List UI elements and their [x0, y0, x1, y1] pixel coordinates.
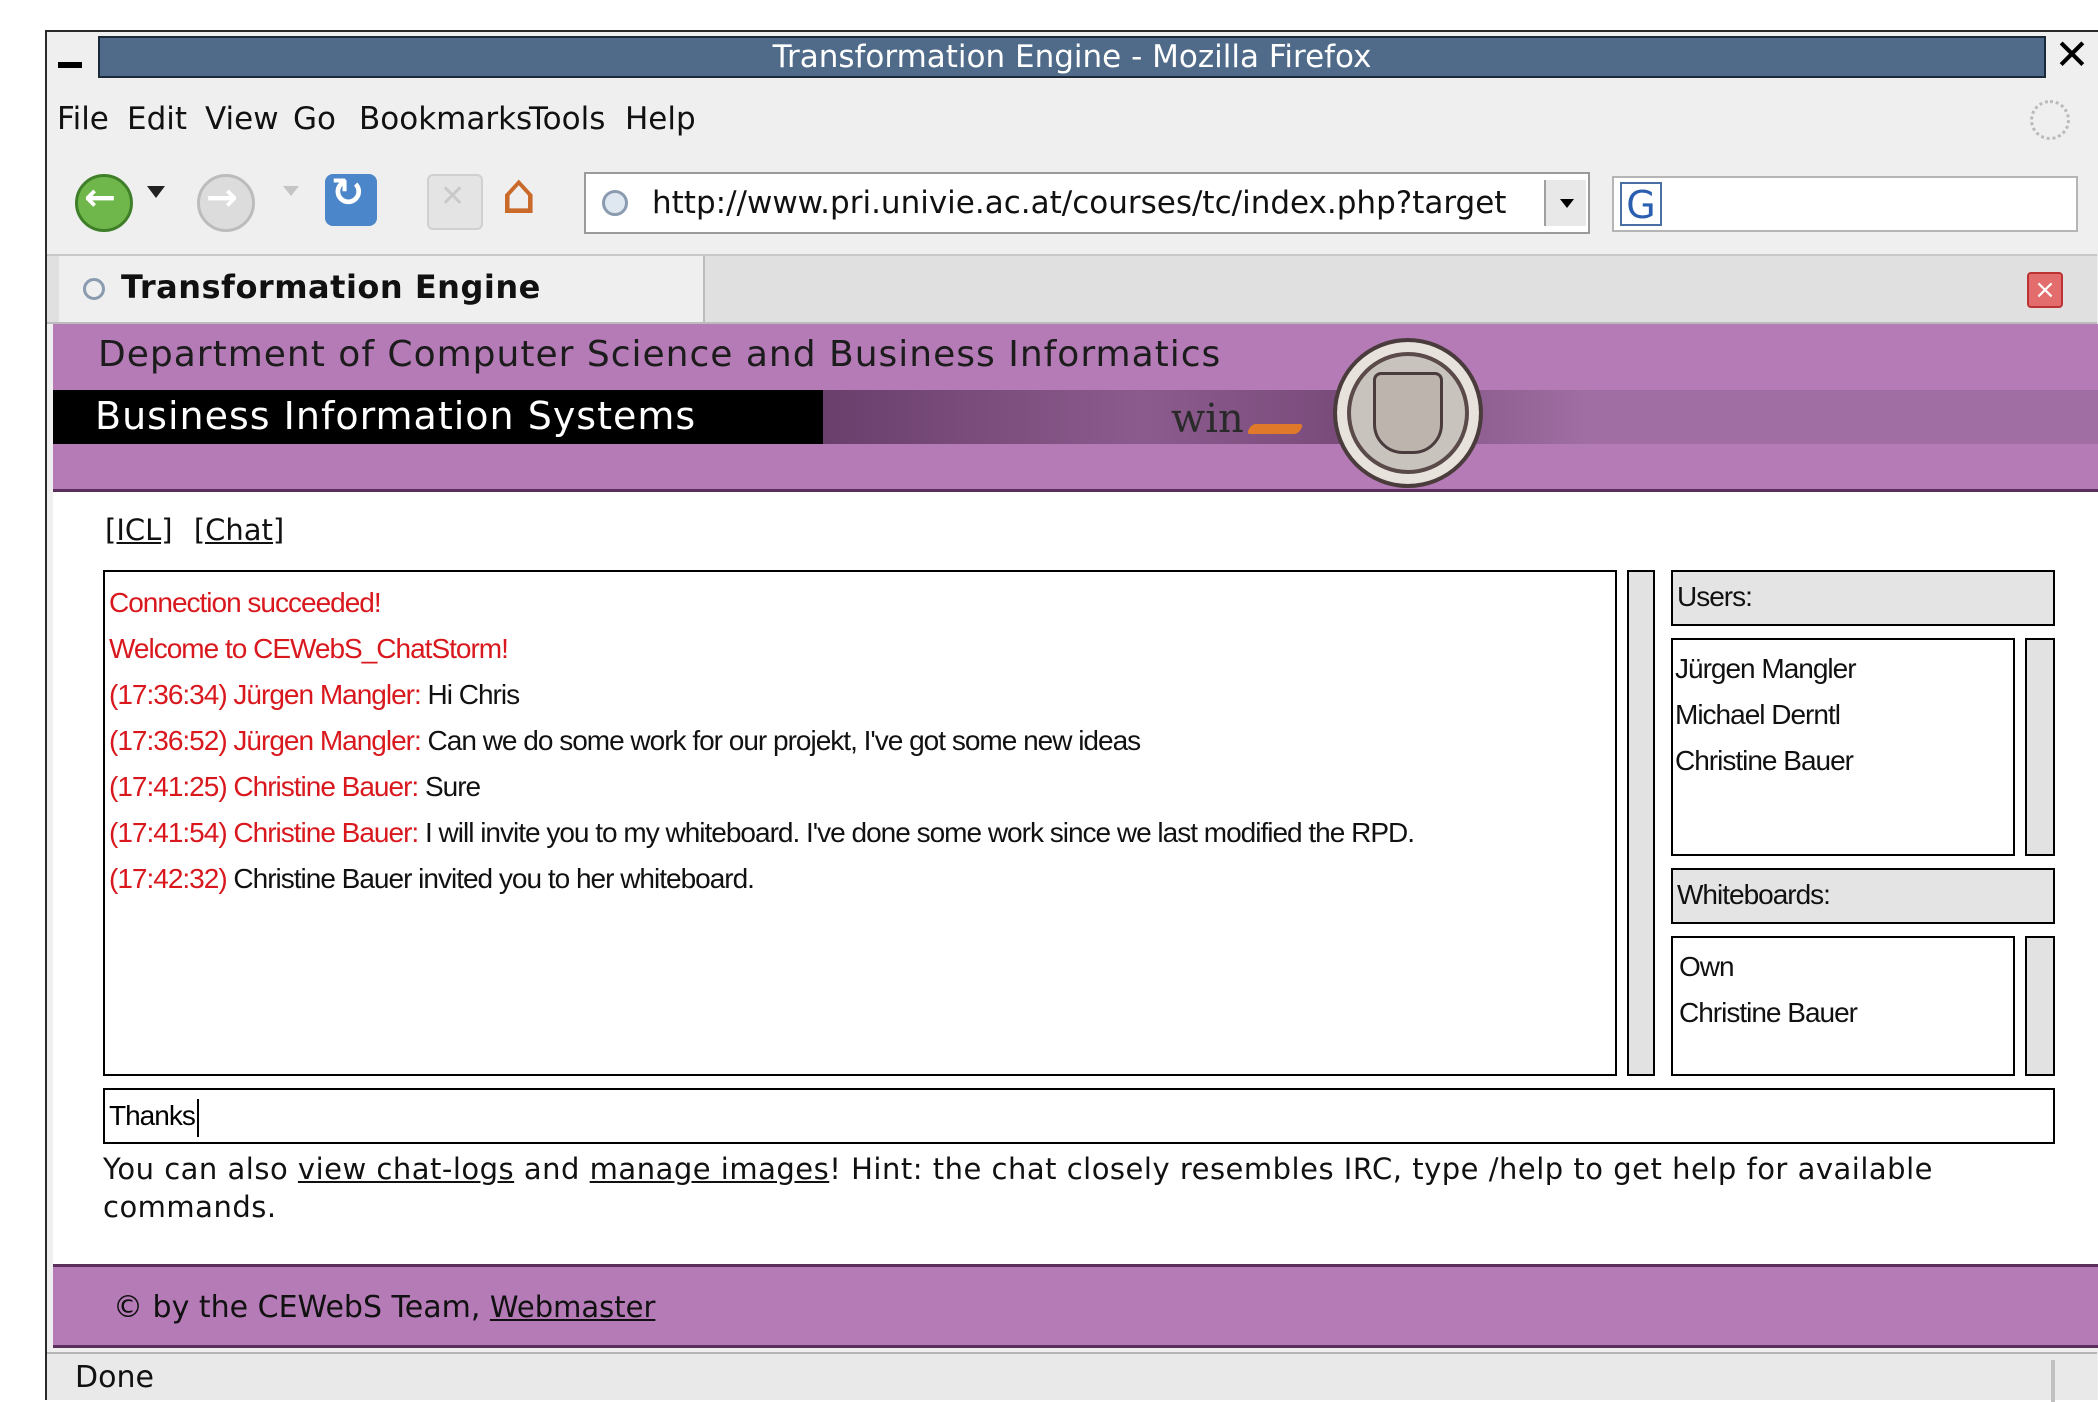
google-search-engine-icon[interactable]: G	[1620, 182, 1662, 226]
menubar: File Edit View Go Bookmarks Tools Help	[47, 90, 2097, 150]
chat-system-line: Connection succeeded!	[109, 587, 382, 618]
chat-text: Sure	[424, 771, 481, 802]
search-bar[interactable]: G	[1612, 176, 2078, 232]
tab-transformation-engine[interactable]: Transformation Engine	[59, 256, 705, 322]
chat-log-scrollbar[interactable]	[1627, 570, 1655, 1076]
chat-text: Can we do some work for our projekt, I'v…	[427, 725, 1142, 756]
chat-nick: Jürgen Mangler:	[233, 725, 421, 756]
chat-message: (17:41:54) Christine Bauer: I will invit…	[109, 810, 1611, 856]
chat-timestamp: (17:41:25)	[109, 771, 228, 802]
department-title: Department of Computer Science and Busin…	[98, 334, 1222, 375]
chat-nick: Christine Bauer:	[233, 771, 419, 802]
footer-copyright: © by the CEWebS Team,	[113, 1290, 490, 1325]
chat-message: (17:36:34) Jürgen Mangler: Hi Chris	[109, 672, 1611, 718]
tab-close-icon[interactable]: ×	[2027, 272, 2063, 308]
user-item[interactable]: Christine Bauer	[1675, 738, 2011, 784]
link-chat[interactable]: [Chat]	[194, 513, 284, 547]
status-bar: Done	[47, 1352, 2097, 1402]
menu-view[interactable]: View	[205, 90, 279, 148]
user-item[interactable]: Jürgen Mangler	[1675, 646, 2011, 692]
chat-log[interactable]: Connection succeeded! Welcome to CEWebS_…	[103, 570, 1617, 1076]
chat-input-value: Thanks	[109, 1100, 196, 1131]
users-scrollbar[interactable]	[2025, 638, 2055, 856]
hint-prefix: You can also	[103, 1152, 298, 1186]
text-caret	[196, 1098, 199, 1137]
chat-system-line: Welcome to CEWebS_ChatStorm!	[109, 633, 509, 664]
page-nav-links: [ICL] [Chat]	[105, 504, 284, 556]
tab-page-icon	[83, 278, 105, 300]
menu-bookmarks[interactable]: Bookmarks	[359, 90, 532, 148]
chat-nick: Christine Bauer:	[233, 817, 419, 848]
chat-message: (17:42:32) Christine Bauer invited you t…	[109, 856, 1611, 902]
back-history-dropdown-icon[interactable]	[147, 186, 165, 198]
menu-tools[interactable]: Tools	[529, 90, 605, 148]
chat-message: (17:36:52) Jürgen Mangler: Can we do som…	[109, 718, 1611, 764]
url-history-dropdown-icon[interactable]	[1544, 180, 1586, 226]
group-title: Business Information Systems	[95, 394, 697, 438]
whiteboard-item[interactable]: Christine Bauer	[1679, 990, 2007, 1036]
view-chat-logs-link[interactable]: view chat-logs	[298, 1152, 514, 1186]
url-bar[interactable]: http://www.pri.univie.ac.at/courses/tc/i…	[584, 172, 1590, 234]
back-arrow-icon[interactable]	[75, 174, 133, 232]
whiteboard-item[interactable]: Own	[1679, 944, 2007, 990]
chat-text: Hi Chris	[427, 679, 521, 710]
site-banner: Department of Computer Science and Busin…	[53, 324, 2098, 492]
hint-middle: and	[514, 1152, 590, 1186]
users-list[interactable]: Jürgen Mangler Michael Derntl Christine …	[1671, 638, 2015, 856]
university-seal-emblem	[1373, 372, 1443, 454]
throbber-icon	[2030, 100, 2070, 140]
chat-timestamp: (17:36:34)	[109, 679, 228, 710]
chat-text: I will invite you to my whiteboard. I've…	[424, 817, 1415, 848]
menu-go[interactable]: Go	[293, 90, 336, 148]
reload-icon[interactable]	[325, 170, 377, 226]
status-divider	[2051, 1360, 2055, 1402]
site-footer: © by the CEWebS Team, Webmaster	[53, 1264, 2098, 1348]
whiteboards-scrollbar[interactable]	[2025, 936, 2055, 1076]
chat-timestamp: (17:42:32)	[109, 863, 228, 894]
web-page: Department of Computer Science and Busin…	[53, 324, 2098, 1348]
link-icl[interactable]: [ICL]	[105, 513, 173, 547]
page-icon	[602, 190, 628, 216]
user-item[interactable]: Michael Derntl	[1675, 692, 2011, 738]
chat-text: Christine Bauer invited you to her white…	[233, 863, 755, 894]
window-close-button[interactable]: ✕	[2050, 32, 2094, 78]
forward-arrow-icon[interactable]	[197, 174, 255, 232]
minimize-button[interactable]	[58, 62, 82, 68]
forward-history-dropdown-icon[interactable]	[283, 186, 299, 196]
users-header: Users:	[1671, 570, 2055, 626]
menu-edit[interactable]: Edit	[127, 90, 187, 148]
whiteboards-list[interactable]: Own Christine Bauer	[1671, 936, 2015, 1076]
chat-nick: Jürgen Mangler:	[233, 679, 421, 710]
group-title-bar: Business Information Systems	[53, 390, 823, 444]
status-text: Done	[75, 1360, 154, 1395]
tab-title: Transformation Engine	[121, 268, 541, 306]
win-logo-swoosh	[1246, 424, 1304, 434]
chat-timestamp: (17:36:52)	[109, 725, 228, 756]
chat-message-input[interactable]: Thanks	[103, 1088, 2055, 1144]
whiteboards-header: Whiteboards:	[1671, 868, 2055, 924]
tab-strip: Transformation Engine ×	[47, 254, 2097, 324]
menu-file[interactable]: File	[57, 90, 109, 148]
webmaster-link[interactable]: Webmaster	[490, 1290, 656, 1324]
home-icon[interactable]	[499, 162, 551, 227]
chat-timestamp: (17:41:54)	[109, 817, 228, 848]
chat-message: (17:41:25) Christine Bauer: Sure	[109, 764, 1611, 810]
stop-icon[interactable]	[427, 174, 483, 230]
chat-hint: You can also view chat-logs and manage i…	[103, 1150, 2053, 1226]
manage-images-link[interactable]: manage images	[590, 1152, 830, 1186]
win-logo: win	[1171, 396, 1244, 442]
footer-text: © by the CEWebS Team, Webmaster	[113, 1267, 655, 1348]
url-text[interactable]: http://www.pri.univie.ac.at/courses/tc/i…	[652, 174, 1532, 232]
university-seal-logo	[1333, 338, 1483, 488]
menu-help[interactable]: Help	[625, 90, 696, 148]
window-title: Transformation Engine - Mozilla Firefox	[98, 36, 2046, 78]
